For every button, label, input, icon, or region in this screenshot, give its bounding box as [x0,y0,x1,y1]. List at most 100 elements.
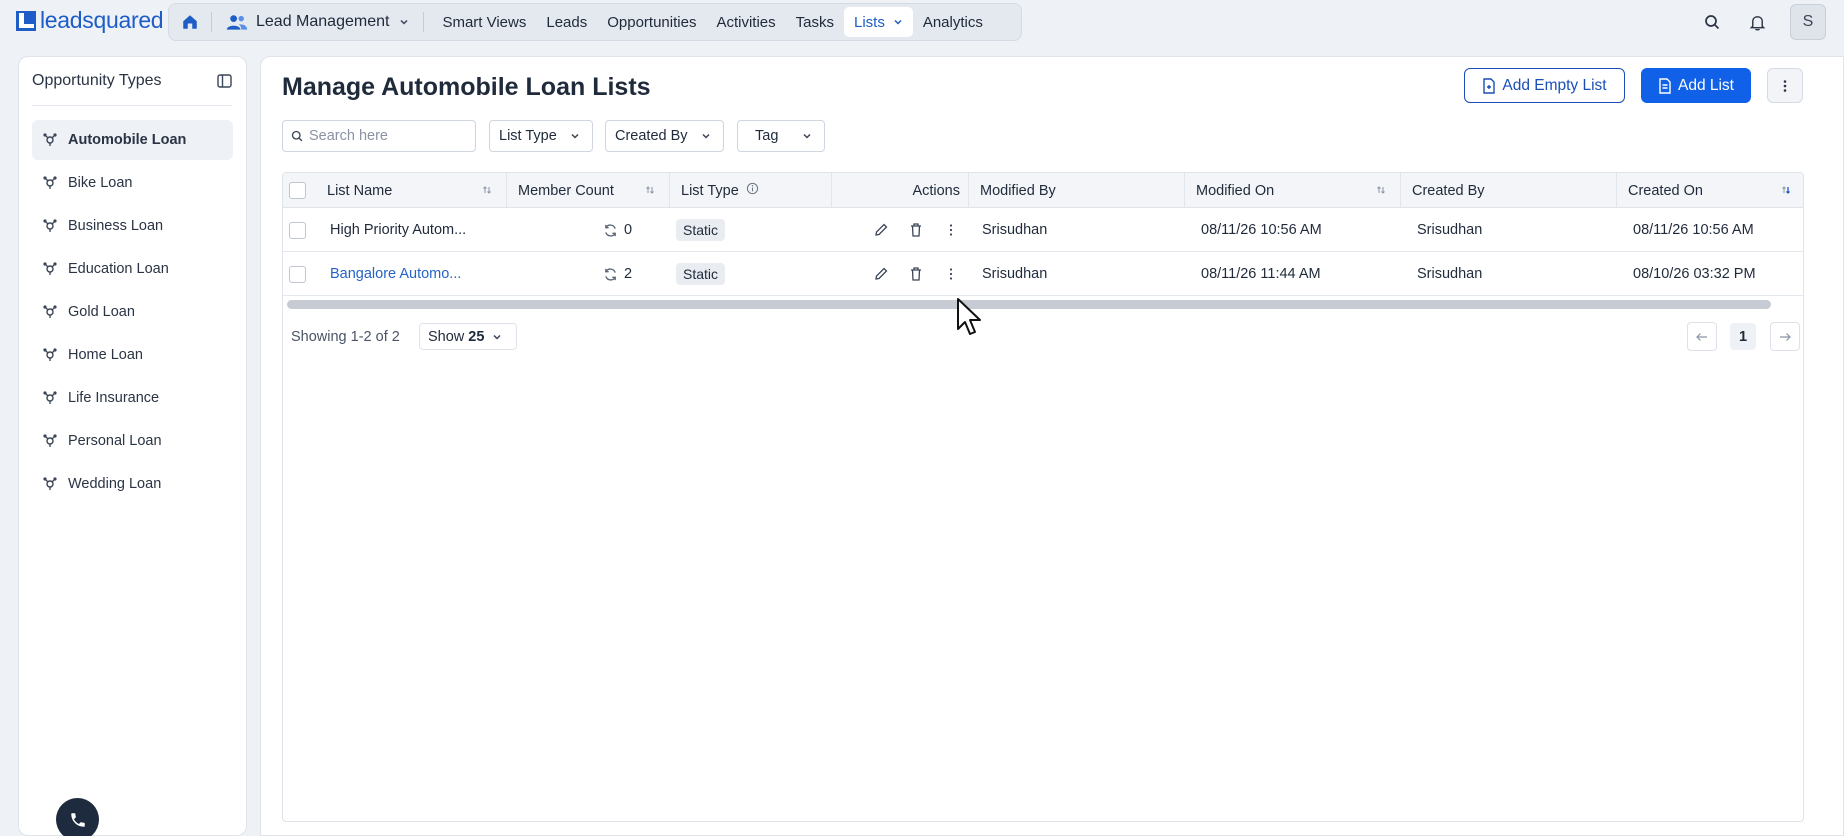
sidebar-item-life-insurance[interactable]: Life Insurance [32,378,233,418]
column-label: Created By [1412,182,1485,199]
tag-filter[interactable]: Tag [737,120,825,152]
search-input[interactable] [309,128,469,144]
nav-item-label: Opportunities [607,13,697,31]
list-type-cell: Static [676,252,726,296]
search-icon [291,130,303,142]
sort-descending-icon[interactable] [1781,185,1791,195]
list-name-link[interactable]: Bangalore Automo... [330,252,461,296]
refresh-icon[interactable] [603,267,618,282]
select-all-checkbox[interactable] [289,182,306,199]
row-more-button[interactable] [941,208,961,252]
column-label: Actions [912,182,960,199]
column-header-created-by[interactable]: Created By [1401,173,1617,208]
member-count-cell: 0 [603,208,632,252]
opportunity-type-icon [43,133,57,146]
home-button[interactable] [169,3,211,41]
created-on-cell: 08/10/26 03:32 PM [1633,266,1756,282]
delete-button[interactable] [906,252,926,296]
notifications-button[interactable] [1745,10,1769,34]
app-switcher[interactable]: Lead Management [212,3,423,41]
nav-item-label: Lists [853,13,885,31]
column-header-list-name[interactable]: List Name [312,173,507,208]
opportunity-type-icon [43,434,57,447]
list-type-badge: Static [676,219,726,241]
opportunity-type-icon [43,305,57,318]
sort-icon[interactable] [645,185,655,195]
next-page-button[interactable] [1770,322,1800,351]
add-list-button[interactable]: Add List [1641,68,1751,103]
column-header-modified-on[interactable]: Modified On [1185,173,1401,208]
nav-item-label: Tasks [795,13,834,31]
list-name-cell[interactable]: High Priority Autom... [330,208,466,252]
phone-call-button[interactable] [56,798,99,836]
prev-page-button[interactable] [1687,322,1717,351]
nav-item-activities[interactable]: Activities [706,7,785,37]
search-button[interactable] [1700,10,1724,34]
filter-label: Tag [755,128,779,144]
app-switcher-label: Lead Management [256,13,390,30]
nav-separator [423,12,425,32]
sidebar-item-education-loan[interactable]: Education Loan [32,249,233,289]
current-page-number[interactable]: 1 [1730,323,1756,350]
sidebar-item-label: Automobile Loan [68,132,187,148]
document-list-icon [1659,77,1671,94]
pencil-icon [875,267,888,280]
page-size-value: 25 [468,328,485,345]
nav-item-leads[interactable]: Leads [536,7,597,37]
delete-button[interactable] [906,208,926,252]
column-header-modified-by[interactable]: Modified By [969,173,1185,208]
sidebar-item-home-loan[interactable]: Home Loan [32,335,233,375]
column-label: Member Count [518,182,614,199]
more-options-button[interactable] [1767,68,1803,103]
page-size-select[interactable]: Show 25 [419,323,517,350]
column-header-list-type: List Type [670,173,831,208]
kebab-menu-icon [1783,79,1787,92]
sidebar-item-automobile-loan[interactable]: Automobile Loan [32,120,233,160]
sidebar-item-business-loan[interactable]: Business Loan [32,206,233,246]
chevron-down-icon [400,19,408,25]
search-box[interactable] [282,120,476,152]
sort-icon[interactable] [482,185,492,195]
list-type-cell: Static [676,208,726,252]
row-checkbox[interactable] [289,221,306,239]
user-avatar[interactable]: S [1790,4,1826,40]
sort-icon[interactable] [1376,185,1386,195]
nav-item-analytics[interactable]: Analytics [913,7,993,37]
column-header-created-on[interactable]: Created On [1617,173,1803,208]
sidebar-item-bike-loan[interactable]: Bike Loan [32,163,233,203]
nav-item-label: Activities [716,13,776,31]
edit-button[interactable] [871,208,891,252]
edit-button[interactable] [871,252,891,296]
sidebar-item-gold-loan[interactable]: Gold Loan [32,292,233,332]
list-type-filter[interactable]: List Type [489,120,593,152]
lists-table: List Name Member Count List Type Actions… [282,172,1804,822]
column-label: Modified By [980,182,1056,199]
phone-icon [70,812,85,827]
info-icon[interactable] [746,182,759,195]
nav-item-smart-views[interactable]: Smart Views [432,7,536,37]
opportunity-type-icon [43,176,57,189]
created-by-cell: Srisudhan [1417,266,1483,282]
add-list-label: Add List [1677,76,1734,94]
nav-item-opportunities[interactable]: Opportunities [597,7,706,37]
column-header-member-count[interactable]: Member Count [507,173,670,208]
created-by-filter[interactable]: Created By [605,120,724,152]
horizontal-scrollbar[interactable] [287,300,1771,309]
member-count-cell: 2 [603,252,632,296]
main-nav: Lead Management Smart Views Leads Opport… [168,3,1022,41]
nav-item-label: Leads [546,13,588,31]
nav-item-tasks[interactable]: Tasks [786,7,844,37]
add-empty-list-button[interactable]: Add Empty List [1464,68,1625,103]
collapse-sidebar-icon[interactable] [217,74,232,88]
row-more-button[interactable] [941,252,961,296]
row-checkbox[interactable] [289,265,306,283]
brand-logo[interactable]: leadsquared [16,7,164,34]
modified-on-cell: 08/11/26 11:44 AM [1201,266,1321,282]
nav-item-lists[interactable]: Lists [843,7,913,37]
sidebar-item-personal-loan[interactable]: Personal Loan [32,421,233,461]
sidebar-item-wedding-loan[interactable]: Wedding Loan [32,464,233,504]
refresh-icon[interactable] [603,223,618,238]
opportunity-type-icon [43,262,57,275]
chevron-down-icon [803,133,811,139]
row-select-cell [289,252,306,296]
